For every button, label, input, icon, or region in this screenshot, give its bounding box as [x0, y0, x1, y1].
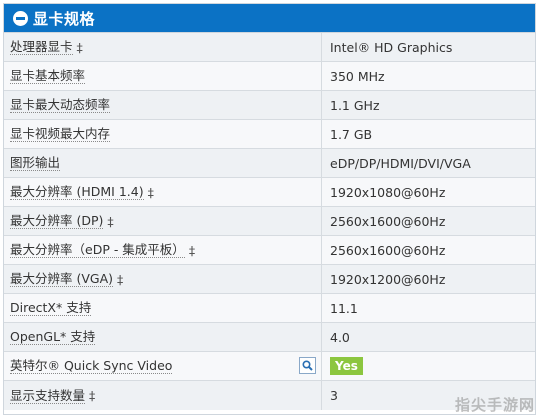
spec-value: Intel® HD Graphics: [330, 39, 453, 55]
graphics-spec-panel: 显卡规格 处理器显卡 ‡ Intel® HD Graphics 显卡基本频率 3…: [3, 3, 536, 415]
table-row: DirectX* 支持 11.1: [4, 294, 535, 323]
table-row: 显卡最大动态频率 1.1 GHz: [4, 91, 535, 120]
spec-label: 处理器显卡 ‡: [4, 33, 322, 61]
spec-label: 显卡基本频率: [4, 62, 322, 90]
footnote-mark: ‡: [188, 242, 196, 258]
label-text[interactable]: 处理器显卡: [10, 39, 73, 55]
table-row: 显卡视频最大内存 1.7 GB: [4, 120, 535, 149]
table-row: 最大分辨率（eDP - 集成平板） ‡ 2560x1600@60Hz: [4, 236, 535, 265]
label-text[interactable]: 显卡基本频率: [10, 68, 86, 84]
footnote-mark: ‡: [117, 271, 124, 287]
table-row: OpenGL* 支持 4.0: [4, 323, 535, 352]
footnote-mark: ‡: [107, 213, 114, 229]
footnote-mark: ‡: [147, 184, 154, 200]
spec-value: 4.0: [330, 329, 350, 345]
spec-value: 1.7 GB: [330, 126, 373, 142]
label-text[interactable]: DirectX* 支持: [10, 300, 92, 316]
table-row: 最大分辨率 (DP) ‡ 2560x1600@60Hz: [4, 207, 535, 236]
table-row: 最大分辨率 (HDMI 1.4) ‡ 1920x1080@60Hz: [4, 178, 535, 207]
section-title: 显卡规格: [33, 9, 96, 28]
watermark: 指尖手游网: [454, 396, 535, 414]
spec-label: 显示支持数量 ‡: [4, 381, 322, 410]
yes-badge: Yes: [330, 357, 363, 375]
spec-value: 1920x1080@60Hz: [330, 184, 446, 200]
section-header[interactable]: 显卡规格: [4, 4, 535, 32]
spec-value: 1920x1200@60Hz: [330, 271, 446, 287]
table-row: 显卡基本频率 350 MHz: [4, 62, 535, 91]
spec-value: eDP/DP/HDMI/DVI/VGA: [330, 155, 471, 171]
label-text[interactable]: 最大分辨率 (HDMI 1.4): [10, 184, 144, 200]
spec-value: 11.1: [330, 300, 358, 316]
spec-label: 显卡视频最大内存: [4, 120, 322, 148]
table-row: 最大分辨率 (VGA) ‡ 1920x1200@60Hz: [4, 265, 535, 294]
spec-table: 处理器显卡 ‡ Intel® HD Graphics 显卡基本频率 350 MH…: [4, 32, 535, 410]
label-text[interactable]: 显卡最大动态频率: [10, 97, 111, 113]
spec-label: 最大分辨率 (HDMI 1.4) ‡: [4, 178, 322, 206]
label-text[interactable]: OpenGL* 支持: [10, 329, 96, 345]
spec-label: 最大分辨率（eDP - 集成平板） ‡: [4, 236, 322, 264]
label-text[interactable]: 显示支持数量: [10, 388, 86, 404]
minus-circle-icon[interactable]: [13, 10, 28, 26]
label-text[interactable]: 最大分辨率（eDP - 集成平板）: [10, 242, 185, 258]
footnote-mark: ‡: [76, 39, 83, 55]
label-text[interactable]: 显卡视频最大内存: [10, 126, 111, 142]
footnote-mark: ‡: [89, 388, 96, 403]
spec-value: 2560x1600@60Hz: [330, 242, 446, 258]
table-row: 处理器显卡 ‡ Intel® HD Graphics: [4, 33, 535, 62]
spec-value: Yes: [322, 357, 535, 375]
label-text[interactable]: 英特尔® Quick Sync Video: [10, 358, 173, 374]
spec-label: 最大分辨率 (VGA) ‡: [4, 265, 322, 293]
spec-label: OpenGL* 支持: [4, 323, 322, 351]
table-row: 图形输出 eDP/DP/HDMI/DVI/VGA: [4, 149, 535, 178]
label-text[interactable]: 最大分辨率 (DP): [10, 213, 104, 229]
spec-label: 最大分辨率 (DP) ‡: [4, 207, 322, 235]
spec-label: 图形输出: [4, 149, 322, 177]
search-icon[interactable]: [299, 357, 316, 374]
spec-label: 显卡最大动态频率: [4, 91, 322, 119]
spec-value: 1.1 GHz: [330, 97, 380, 113]
spec-value: 350 MHz: [330, 68, 385, 84]
label-text[interactable]: 最大分辨率 (VGA): [10, 271, 114, 287]
label-text[interactable]: 图形输出: [10, 155, 61, 171]
spec-label: 英特尔® Quick Sync Video: [4, 352, 322, 380]
spec-label: DirectX* 支持: [4, 294, 322, 322]
spec-value: 2560x1600@60Hz: [330, 213, 446, 229]
table-row: 英特尔® Quick Sync Video Yes: [4, 352, 535, 381]
